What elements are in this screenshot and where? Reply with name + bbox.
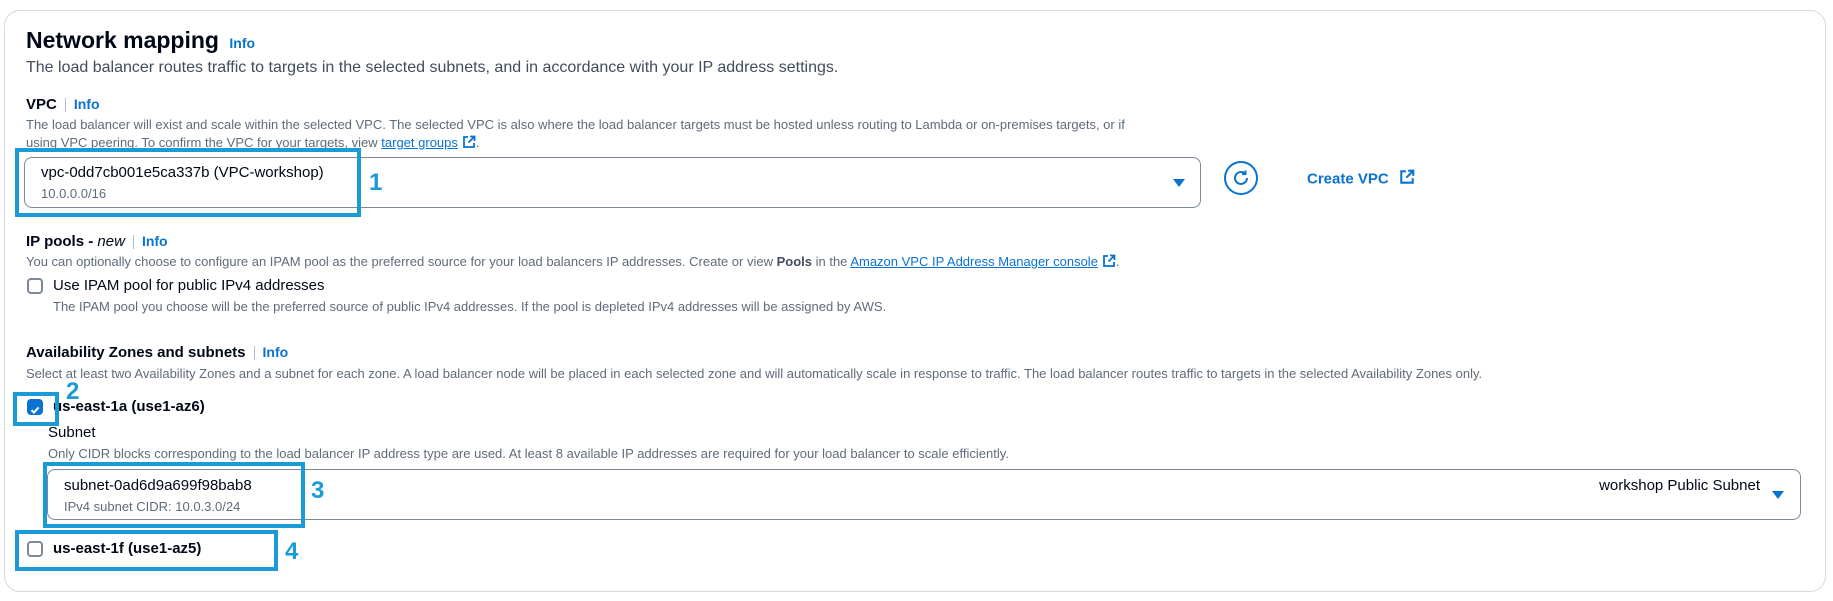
separator <box>132 234 134 249</box>
annotation-box-3 <box>43 462 305 528</box>
external-link-icon <box>462 135 476 152</box>
annotation-box-4 <box>15 530 278 571</box>
ip-pools-desc-bold: Pools <box>776 254 812 269</box>
create-vpc-label: Create VPC <box>1307 170 1389 188</box>
az-header: Availability Zones and subnets Info <box>26 344 288 362</box>
vpc-label: VPC <box>26 96 57 113</box>
page-title: Network mapping <box>26 27 219 53</box>
create-vpc-link[interactable]: Create VPC <box>1307 169 1415 190</box>
vpc-desc-end: . <box>475 135 480 150</box>
section-info-link[interactable]: Info <box>229 35 255 51</box>
ipam-pool-checkbox-label[interactable]: Use IPAM pool for public IPv4 addresses <box>53 277 325 294</box>
section-description: The load balancer routes traffic to targ… <box>26 59 839 76</box>
separator <box>253 345 255 360</box>
vpc-info-link[interactable]: Info <box>74 96 100 112</box>
external-link-icon <box>1399 169 1415 190</box>
ipam-pool-checkbox-description: The IPAM pool you choose will be the pre… <box>53 299 887 314</box>
annotation-number-4: 4 <box>285 538 299 565</box>
refresh-button[interactable] <box>1224 161 1258 195</box>
subnet-label: Subnet <box>48 424 96 441</box>
subnet-description: Only CIDR blocks corresponding to the lo… <box>48 446 1009 461</box>
ipam-console-link[interactable]: Amazon VPC IP Address Manager console <box>850 254 1098 269</box>
az-label: Availability Zones and subnets <box>26 344 246 361</box>
target-groups-link[interactable]: target groups <box>381 135 458 150</box>
vpc-description-line1: The load balancer will exist and scale w… <box>26 117 1125 132</box>
caret-down-icon <box>1772 491 1784 499</box>
section-header: Network mapping Info <box>26 27 255 54</box>
ip-pools-desc-mid: in the <box>812 254 851 269</box>
ip-pools-label: IP pools - <box>26 233 98 250</box>
ip-pools-new-label: new <box>97 233 125 250</box>
az-description: Select at least two Availability Zones a… <box>26 366 1483 381</box>
caret-down-icon <box>1173 179 1185 187</box>
ip-pools-info-link[interactable]: Info <box>142 233 168 249</box>
vpc-header: VPC Info <box>26 96 100 114</box>
subnet-name: workshop Public Subnet <box>1599 477 1760 494</box>
annotation-box-1 <box>15 148 361 217</box>
ip-pools-description: You can optionally choose to configure a… <box>26 254 1120 271</box>
ip-pools-desc-end: . <box>1115 254 1120 269</box>
annotation-number-1: 1 <box>369 169 383 196</box>
separator <box>64 97 66 112</box>
refresh-icon <box>1232 169 1250 192</box>
external-link-icon <box>1102 254 1116 271</box>
annotation-box-2 <box>13 392 59 426</box>
annotation-number-3: 3 <box>311 477 325 504</box>
ip-pools-desc-start: You can optionally choose to configure a… <box>26 254 777 269</box>
ip-pools-header: IP pools - new Info <box>26 233 168 251</box>
az-info-link[interactable]: Info <box>263 344 289 360</box>
annotation-number-2: 2 <box>66 378 80 405</box>
ipam-pool-checkbox[interactable] <box>27 278 43 294</box>
